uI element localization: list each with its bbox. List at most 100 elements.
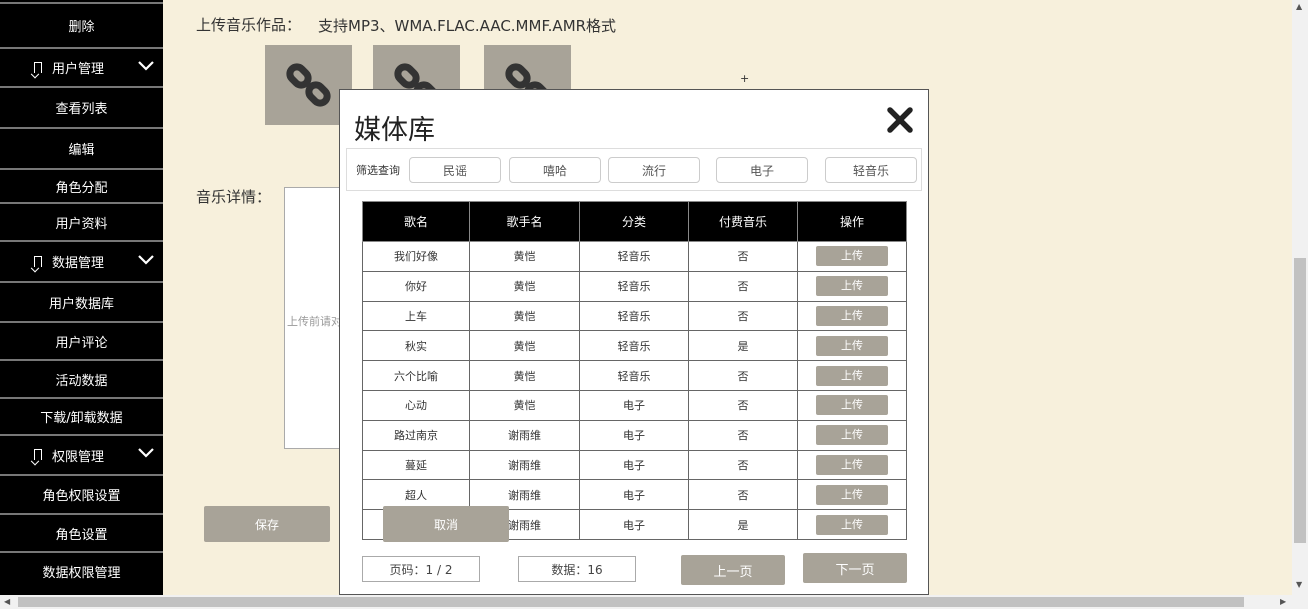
filter-chip[interactable]: 轻音乐 <box>825 157 917 183</box>
sidebar-item[interactable]: 用户评论 <box>0 321 163 359</box>
sidebar-item[interactable]: 角色设置 <box>0 513 163 551</box>
upload-button[interactable]: 上传 <box>816 514 888 535</box>
sidebar-item[interactable]: 角色分配 <box>0 168 163 202</box>
table-cell: 轻音乐 <box>579 360 689 391</box>
sidebar-item-label: 用户评论 <box>55 335 108 351</box>
upload-button[interactable]: 上传 <box>816 305 888 326</box>
action-cell: 上传 <box>797 330 907 362</box>
filter-chip[interactable]: 嘻哈 <box>509 157 601 183</box>
table-cell: 秋实 <box>362 330 470 362</box>
filter-label: 筛选查询 <box>356 164 400 177</box>
table-row: 六个比喻 黄恺 轻音乐否上传 <box>362 360 907 391</box>
prev-page-button[interactable]: 上一页 <box>681 555 785 585</box>
table-cell: 电子 <box>579 479 689 511</box>
upload-button[interactable]: 上传 <box>816 395 888 416</box>
data-count: 数据：16 <box>518 556 636 582</box>
sidebar-item-label: 查看列表 <box>55 102 108 117</box>
vertical-scroll-thumb[interactable] <box>1294 258 1306 543</box>
sidebar-item-label: 数据管理 <box>52 256 105 271</box>
table-cell: 黄恺 <box>469 389 580 421</box>
table-row: 上车 黄恺 轻音乐否上传 <box>362 300 907 332</box>
link-icon <box>285 63 331 107</box>
upload-button[interactable]: 上传 <box>816 335 888 356</box>
sidebar-item[interactable]: 下载/卸载数据 <box>0 397 163 434</box>
chevron-down-icon[interactable] <box>137 60 155 72</box>
table-cell: 黄恺 <box>469 360 580 391</box>
table-cell: 否 <box>688 300 798 332</box>
sidebar-item[interactable]: 用户资料 <box>0 202 163 240</box>
filter-chip[interactable]: 流行 <box>608 157 700 183</box>
filter-chip[interactable]: 民谣 <box>409 157 501 183</box>
table-row: 你好 黄恺 轻音乐否上传 <box>362 270 907 302</box>
sidebar-item-label: 角色权限设置 <box>42 489 121 504</box>
modal-title: 媒体库 <box>354 115 435 146</box>
sidebar-group[interactable]: 用户管理 <box>0 47 163 86</box>
sidebar-group[interactable]: 权限管理 <box>0 434 163 474</box>
upload-formats: 支持MP3、WMA.FLAC.AAC.MMF.AMR格式 <box>318 17 617 35</box>
upload-button[interactable]: 上传 <box>816 484 888 505</box>
table-cell: 是 <box>688 330 798 362</box>
chevron-down-icon[interactable] <box>137 447 155 459</box>
table-cell: 上车 <box>362 300 470 332</box>
column-header: 歌名 <box>362 201 470 242</box>
scroll-up-icon[interactable]: ▲ <box>1296 2 1302 11</box>
table-cell: 轻音乐 <box>579 330 689 362</box>
sidebar-group[interactable]: 数据管理 <box>0 240 163 281</box>
bookmark-icon <box>34 61 42 73</box>
add-more-plus[interactable]: + <box>740 72 749 85</box>
upload-button[interactable]: 上传 <box>816 246 888 267</box>
detail-label: 音乐详情： <box>196 188 272 206</box>
table-cell: 轻音乐 <box>579 270 689 302</box>
upload-button[interactable]: 上传 <box>816 365 888 386</box>
upload-button[interactable]: 上传 <box>816 454 888 475</box>
detail-placeholder: 上传前请对 <box>287 315 342 328</box>
table-cell: 电子 <box>579 419 689 451</box>
sidebar-item[interactable]: 查看列表 <box>0 86 163 127</box>
action-cell: 上传 <box>797 419 907 451</box>
scroll-left-icon[interactable]: ◀ <box>4 597 10 606</box>
chevron-down-icon[interactable] <box>137 254 155 266</box>
table-cell: 六个比喻 <box>362 360 470 391</box>
upload-button[interactable]: 上传 <box>816 276 888 297</box>
sidebar-item[interactable]: 活动数据 <box>0 359 163 397</box>
table-cell: 轻音乐 <box>579 300 689 332</box>
save-button[interactable]: 保存 <box>204 506 330 542</box>
scroll-right-icon[interactable]: ▶ <box>1280 597 1286 606</box>
next-page-button[interactable]: 下一页 <box>803 553 907 583</box>
sidebar-item[interactable]: 角色权限设置 <box>0 474 163 513</box>
table-row: 心动 黄恺 电子否上传 <box>362 389 907 421</box>
detail-textarea[interactable]: 上传前请对 <box>284 187 344 449</box>
sidebar-item[interactable]: 数据权限管理 <box>0 551 163 590</box>
table-cell: 电子 <box>579 509 689 540</box>
upload-button[interactable]: 上传 <box>816 425 888 446</box>
vertical-scrollbar[interactable]: ▲ ▼ <box>1292 0 1308 595</box>
table-cell: 黄恺 <box>469 300 580 332</box>
sidebar-item-label: 权限管理 <box>52 449 105 465</box>
table-cell: 心动 <box>362 389 470 421</box>
bookmark-icon <box>34 449 42 460</box>
horizontal-scroll-thumb[interactable] <box>18 597 1244 607</box>
cancel-button[interactable]: 取消 <box>383 506 509 542</box>
action-cell: 上传 <box>797 509 907 540</box>
table-cell: 否 <box>688 479 798 511</box>
table-cell: 谢雨维 <box>469 419 580 451</box>
filter-chip[interactable]: 电子 <box>716 157 808 183</box>
table-cell: 路过南京 <box>362 419 470 451</box>
sidebar-item[interactable]: 删除 <box>0 2 163 47</box>
table-cell: 我们好像 <box>362 241 470 272</box>
sidebar-item-label: 角色设置 <box>55 527 108 543</box>
action-cell: 上传 <box>797 360 907 391</box>
scroll-down-icon[interactable]: ▼ <box>1296 580 1302 589</box>
sidebar-item-label: 编辑 <box>68 143 95 158</box>
table-cell: 黄恺 <box>469 270 580 302</box>
table-cell: 你好 <box>362 270 470 302</box>
action-cell: 上传 <box>797 389 907 421</box>
column-header: 操作 <box>797 201 907 242</box>
horizontal-scrollbar[interactable]: ◀ ▶ <box>0 595 1308 609</box>
sidebar-item[interactable]: 用户数据库 <box>0 281 163 321</box>
table-cell: 电子 <box>579 449 689 481</box>
close-icon[interactable] <box>886 106 914 134</box>
action-cell: 上传 <box>797 449 907 481</box>
action-cell: 上传 <box>797 270 907 302</box>
sidebar-item[interactable]: 编辑 <box>0 127 163 168</box>
